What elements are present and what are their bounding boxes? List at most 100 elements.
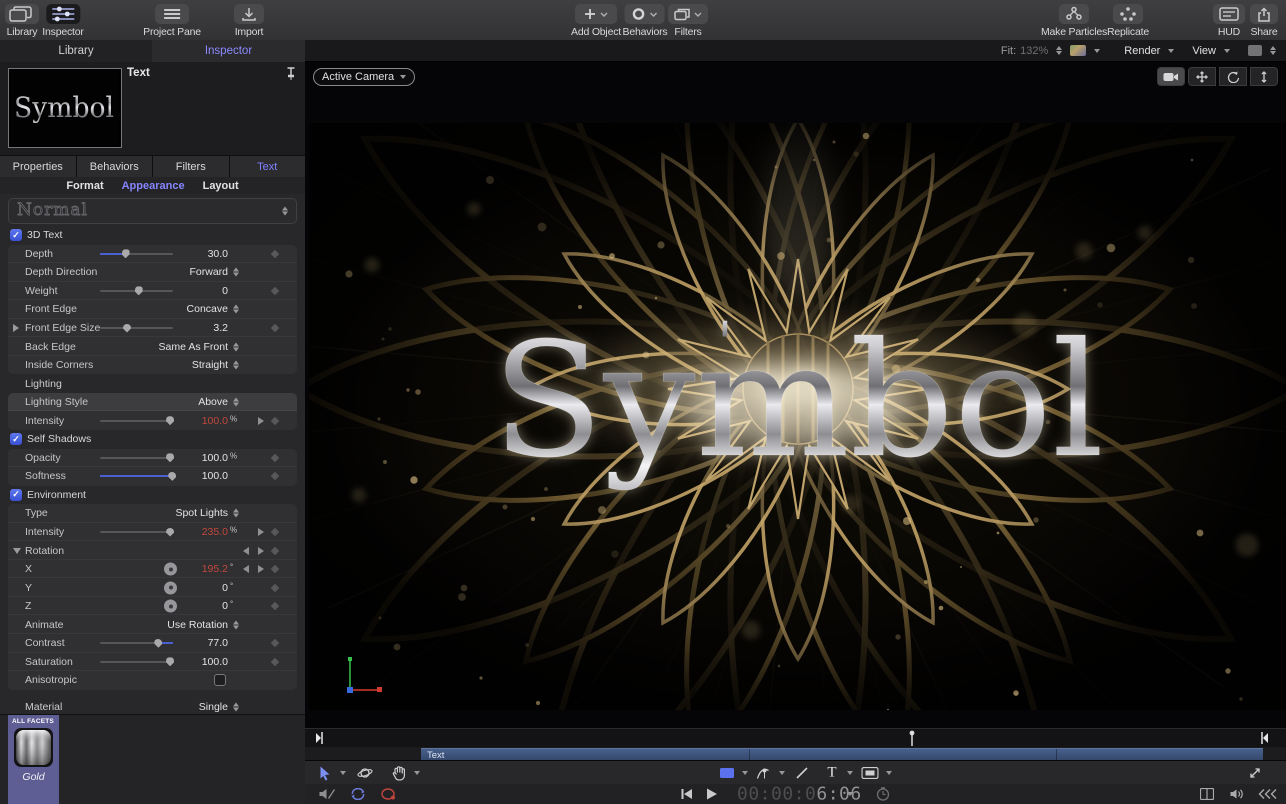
text-tool-chevron[interactable] (847, 770, 853, 775)
row-value[interactable]: Spot Lights (158, 507, 228, 519)
select-tool-chevron[interactable] (340, 770, 346, 775)
text-tool[interactable]: T (827, 764, 836, 781)
checkbox-checked[interactable]: ✓ (10, 433, 22, 446)
tab-filters[interactable]: Filters (153, 156, 230, 177)
timecode-chevron[interactable] (847, 792, 853, 796)
rect-tool[interactable] (720, 767, 735, 778)
next-keyframe-icon[interactable] (258, 416, 264, 425)
timecode-display[interactable]: 00:00:06:06 (737, 784, 862, 804)
expand-timeline-icon[interactable] (1248, 766, 1262, 780)
row-value[interactable]: 0 (158, 600, 228, 612)
go-to-start-button[interactable] (681, 789, 693, 799)
rect-tool-chevron[interactable] (742, 770, 748, 775)
style-preset-dropdown[interactable]: Normal (8, 198, 297, 224)
material-stepper-icon[interactable] (233, 702, 239, 712)
row-value[interactable]: Above (158, 396, 228, 408)
dropdown-stepper-icon[interactable] (233, 508, 239, 518)
select-tool[interactable] (319, 765, 332, 780)
collapse-icons[interactable] (1257, 789, 1277, 799)
bezier-tool[interactable] (756, 765, 771, 780)
row-value[interactable]: Straight (158, 359, 228, 371)
orbit-view-button[interactable] (1219, 67, 1247, 86)
pin-icon[interactable] (286, 66, 296, 85)
channel-swatch[interactable] (1070, 45, 1087, 56)
row-value[interactable]: Same As Front (158, 341, 228, 353)
mute-icon[interactable] (319, 788, 336, 801)
row-value[interactable]: 100.0 (158, 656, 228, 668)
timeline-ruler[interactable] (305, 728, 1286, 748)
row-value[interactable]: 235.0 (158, 526, 228, 538)
checkbox-unchecked[interactable] (214, 674, 226, 687)
toolbar-import-button[interactable]: Import (234, 4, 264, 38)
dropdown-stepper-icon[interactable] (233, 397, 239, 407)
row-value[interactable]: 195.2 (158, 563, 228, 575)
row-value[interactable]: 30.0 (158, 248, 228, 260)
next-keyframe-icon[interactable] (258, 528, 264, 537)
toolbar-make-particles-button[interactable]: Make Particles (1041, 4, 1107, 38)
toolbar-add-object-button[interactable]: Add Object (571, 4, 621, 38)
hand-tool-chevron[interactable] (414, 770, 420, 775)
render-menu[interactable]: Render (1124, 45, 1160, 57)
material-value[interactable]: Single (158, 701, 228, 713)
camera-view-button[interactable] (1157, 67, 1185, 86)
row-value[interactable]: Concave (158, 303, 228, 315)
orbit-3d-tool[interactable] (357, 765, 373, 781)
dropdown-stepper-icon[interactable] (233, 342, 239, 352)
row-value[interactable]: 100.0 (158, 452, 228, 464)
checkbox-checked[interactable]: ✓ (10, 229, 22, 242)
bezier-tool-chevron[interactable] (779, 770, 785, 775)
timing-icon[interactable] (876, 787, 890, 801)
row-value[interactable]: 3.2 (158, 322, 228, 334)
toolbar-filters-button[interactable]: Filters (668, 4, 708, 38)
play-button[interactable] (707, 788, 717, 800)
prev-keyframe-icon[interactable] (243, 565, 249, 574)
hand-tool[interactable] (392, 765, 406, 780)
toolbar-hud-button[interactable]: HUD (1213, 4, 1245, 38)
dropdown-stepper-icon[interactable] (233, 360, 239, 370)
toolbar-share-button[interactable]: Share (1250, 4, 1278, 38)
layout-stepper-icon[interactable] (1270, 46, 1276, 55)
view-menu[interactable]: View (1192, 45, 1216, 57)
dolly-view-button[interactable] (1250, 67, 1278, 86)
mask-tool[interactable] (861, 766, 879, 779)
dropdown-stepper-icon[interactable] (233, 304, 239, 314)
dropdown-stepper-icon[interactable] (233, 620, 239, 630)
zoom-stepper-icon[interactable] (1056, 46, 1063, 55)
row-value[interactable]: Forward (158, 266, 228, 278)
canvas-viewport[interactable]: Symbol ' Active Camera (305, 62, 1286, 728)
row-value[interactable]: 0 (158, 582, 228, 594)
loop-icon[interactable] (350, 788, 367, 800)
stroke-tool[interactable] (795, 766, 809, 780)
next-keyframe-icon[interactable] (258, 546, 264, 555)
toolbar-inspector-button[interactable]: Inspector (42, 4, 84, 38)
record-icon[interactable] (381, 788, 396, 800)
toolbar-behaviors-button[interactable]: Behaviors (623, 4, 668, 38)
row-value[interactable]: 77.0 (158, 637, 228, 649)
toolbar-library-button[interactable]: Library (5, 4, 39, 38)
mask-tool-chevron[interactable] (886, 770, 892, 775)
text-track-bar[interactable]: Text (421, 748, 1263, 761)
subtab-appearance[interactable]: Appearance (122, 180, 185, 192)
subtab-layout[interactable]: Layout (203, 180, 239, 192)
timeline-view-icon[interactable] (1200, 788, 1214, 800)
row-value[interactable]: 100.0 (158, 415, 228, 427)
tab-inspector[interactable]: Inspector (152, 40, 306, 62)
subtab-format[interactable]: Format (66, 180, 103, 192)
audio-icon[interactable] (1230, 788, 1245, 800)
next-keyframe-icon[interactable] (258, 565, 264, 574)
material-swatch-selected[interactable]: ALL FACETS Gold (8, 715, 59, 804)
tab-text[interactable]: Text (230, 156, 306, 177)
prev-keyframe-icon[interactable] (243, 546, 249, 555)
tab-library[interactable]: Library (0, 40, 153, 62)
disclosure-down-icon[interactable] (13, 547, 21, 554)
row-value[interactable]: Use Rotation (158, 619, 228, 631)
pan-view-button[interactable] (1188, 67, 1216, 86)
checkbox-checked[interactable]: ✓ (10, 488, 22, 501)
toolbar-project-pane-button[interactable]: Project Pane (143, 4, 201, 38)
disclosure-right-icon[interactable] (13, 324, 19, 332)
toolbar-replicate-button[interactable]: Replicate (1107, 4, 1149, 38)
fit-value[interactable]: 132% (1020, 45, 1048, 57)
layout-swatch[interactable] (1248, 45, 1262, 56)
row-value[interactable]: 100.0 (158, 470, 228, 482)
dropdown-stepper-icon[interactable] (233, 267, 239, 277)
